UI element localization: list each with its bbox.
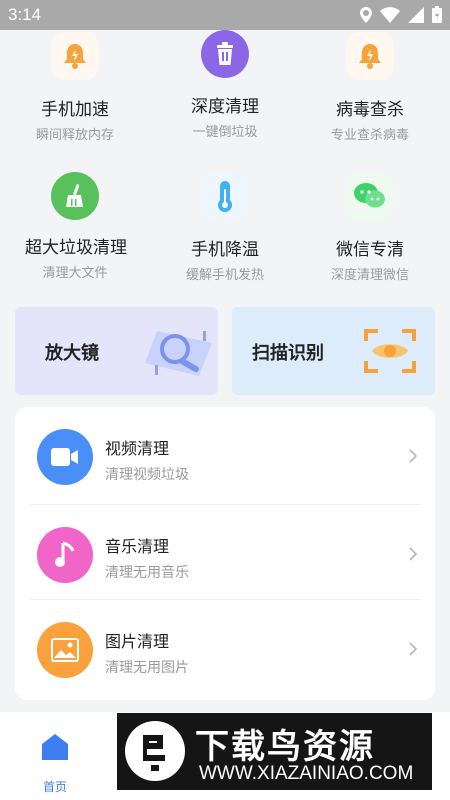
- list-item-video[interactable]: 视频清理 清理视频垃圾: [15, 407, 435, 502]
- scan-eye-icon: [364, 329, 416, 373]
- list-item-title: 视频清理: [105, 439, 170, 458]
- tool-subtitle: 缓解手机发热: [185, 268, 264, 283]
- tool-title: 手机加速: [41, 100, 109, 120]
- tool-subtitle: 清理大文件: [42, 266, 108, 281]
- list-item-music[interactable]: 音乐清理 清理无用音乐: [15, 505, 435, 600]
- wechat-icon: [346, 172, 394, 220]
- list-item-title: 音乐清理: [105, 537, 170, 556]
- video-icon: [37, 429, 93, 485]
- broom-icon: [51, 172, 99, 220]
- chevron-right-icon: [409, 449, 417, 463]
- bell-bolt-icon: [51, 32, 99, 80]
- list-item-subtitle: 清理无用音乐: [105, 565, 189, 581]
- tool-title: 病毒查杀: [336, 100, 404, 120]
- tab-label: 首页: [42, 780, 67, 794]
- tool-title: 超大垃圾清理: [25, 238, 127, 258]
- tool-subtitle: 一键倒垃圾: [192, 125, 258, 140]
- list-item-subtitle: 清理视频垃圾: [105, 467, 189, 483]
- magnifier-banner[interactable]: 放大镜: [15, 307, 218, 395]
- bell-bolt-icon: [346, 32, 394, 80]
- tool-wechat-clean[interactable]: 微信专清 深度清理微信: [295, 170, 445, 290]
- tool-deep-clean[interactable]: 深度清理 一键倒垃圾: [150, 30, 300, 150]
- scan-banner[interactable]: 扫描识别: [232, 307, 435, 395]
- tool-subtitle: 深度清理微信: [330, 268, 409, 283]
- tool-subtitle: 瞬间释放内存: [35, 128, 114, 143]
- thermometer-icon: [201, 172, 249, 220]
- tool-large-junk[interactable]: 超大垃圾清理 清理大文件: [0, 170, 150, 290]
- scan-label: 扫描识别: [252, 343, 324, 364]
- battery-icon: [432, 6, 442, 23]
- watermark-url: WWW.XIAZAINIAO.COM: [199, 763, 414, 784]
- tools-grid: 手机加速 瞬间释放内存 深度清理 一键倒垃圾 病毒查杀 专业查杀病毒 超大垃圾清…: [0, 30, 450, 295]
- clean-list: 视频清理 清理视频垃圾 音乐清理 清理无用音乐 图片清理 清理无用图片: [15, 407, 435, 700]
- chevron-right-icon: [409, 547, 417, 561]
- wifi-icon: [380, 6, 400, 23]
- list-item-image[interactable]: 图片清理 清理无用图片: [15, 600, 435, 695]
- status-bar: 3:14: [0, 0, 450, 30]
- image-icon: [37, 622, 93, 678]
- tool-phone-cooling[interactable]: 手机降温 缓解手机发热: [150, 170, 300, 290]
- tool-title: 微信专清: [336, 240, 404, 260]
- tool-title: 手机降温: [191, 240, 259, 260]
- watermark: 下载鸟资源 WWW.XIAZAINIAO.COM: [117, 713, 432, 790]
- trash-icon: [201, 30, 249, 78]
- tool-phone-speedup[interactable]: 手机加速 瞬间释放内存: [0, 30, 150, 150]
- chevron-right-icon: [409, 642, 417, 656]
- status-icons: [360, 6, 442, 23]
- music-icon: [37, 527, 93, 583]
- watermark-name: 下载鸟资源: [195, 727, 375, 767]
- location-icon: [360, 6, 372, 23]
- list-item-subtitle: 清理无用图片: [105, 660, 189, 676]
- signal-icon: [408, 6, 424, 23]
- list-item-title: 图片清理: [105, 632, 170, 651]
- home-icon: [42, 734, 68, 760]
- magnifier-label: 放大镜: [45, 343, 99, 364]
- tab-home[interactable]: 首页: [0, 712, 110, 800]
- status-time: 3:14: [8, 5, 42, 24]
- tool-virus-scan[interactable]: 病毒查杀 专业查杀病毒: [295, 30, 445, 150]
- tool-title: 深度清理: [191, 97, 259, 117]
- magnifier-icon: [145, 331, 212, 376]
- tool-subtitle: 专业查杀病毒: [330, 128, 409, 143]
- watermark-logo: [125, 721, 185, 781]
